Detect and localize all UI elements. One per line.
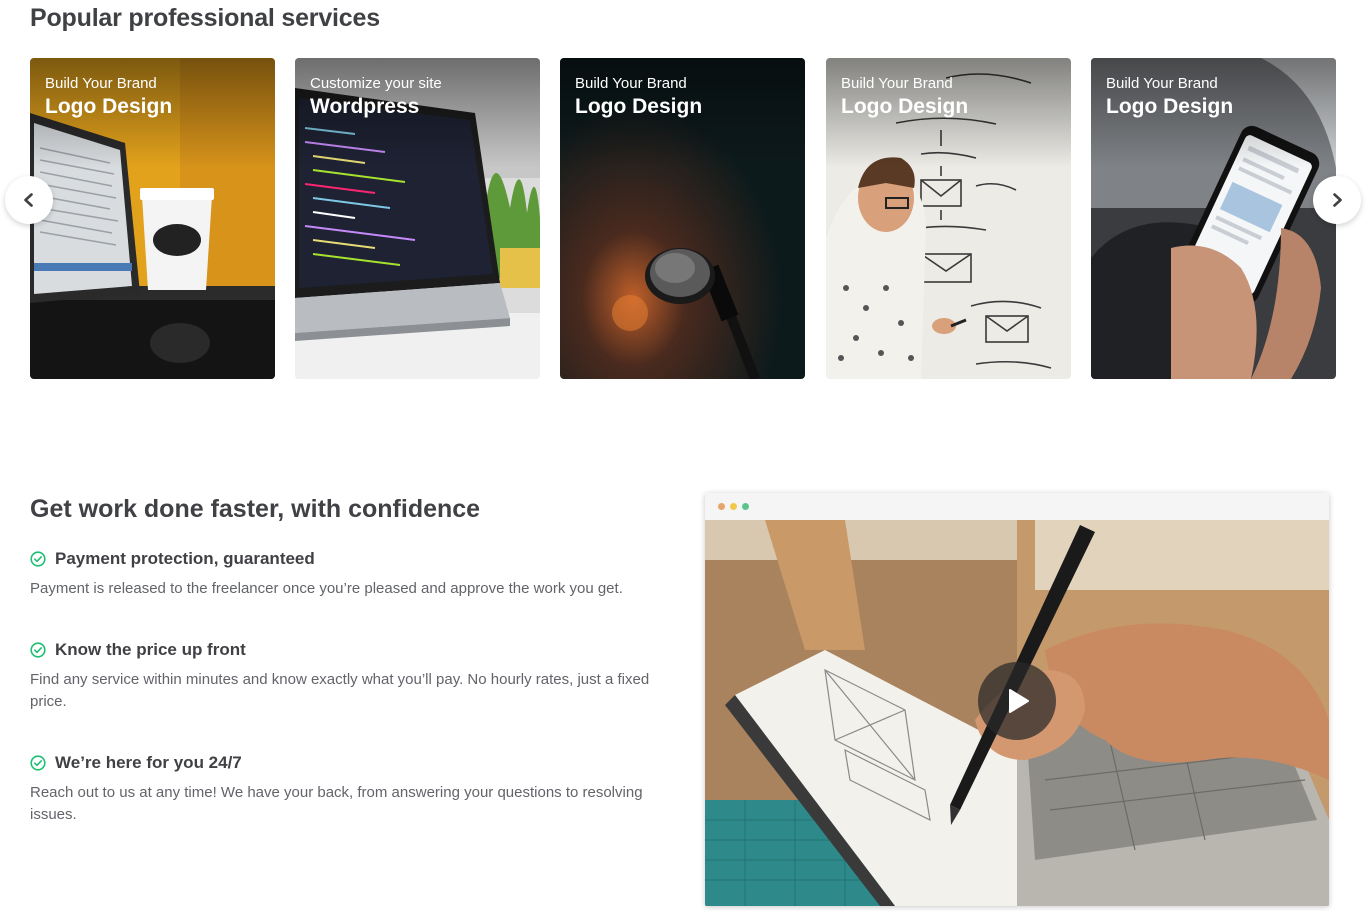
check-circle-icon — [30, 551, 46, 567]
chevron-right-icon — [1333, 193, 1342, 207]
card-subtitle: Customize your site — [310, 75, 442, 92]
feature-description: Payment is released to the freelancer on… — [30, 580, 623, 597]
video-thumbnail[interactable] — [705, 520, 1329, 906]
feature-description: Find any service within minutes and know… — [30, 671, 650, 710]
window-dot — [742, 503, 749, 510]
feature-description: Reach out to us at any time! We have you… — [30, 784, 643, 823]
card-title: Logo Design — [575, 95, 703, 118]
card-subtitle: Build Your Brand — [841, 75, 953, 92]
card-title: Wordpress — [310, 95, 420, 118]
services-carousel: Build Your Brand Logo Design Customize y… — [0, 58, 1366, 379]
window-dot — [730, 503, 737, 510]
check-circle-icon — [30, 642, 46, 658]
carousel-prev-button[interactable] — [5, 176, 53, 224]
play-button[interactable] — [978, 662, 1056, 740]
card-title: Logo Design — [841, 95, 969, 118]
service-card-logo-design-2[interactable]: Build Your Brand Logo Design — [560, 58, 805, 379]
why-section-title: Get work done faster, with confidence — [30, 495, 481, 523]
feature-title: We’re here for you 24/7 — [55, 753, 242, 772]
video-preview — [705, 493, 1329, 906]
feature-title: Know the price up front — [55, 640, 246, 659]
card-subtitle: Build Your Brand — [575, 75, 687, 92]
card-subtitle: Build Your Brand — [45, 75, 157, 92]
card-title: Logo Design — [1106, 95, 1234, 118]
play-icon — [1009, 689, 1029, 713]
window-dot — [718, 503, 725, 510]
service-card-wordpress[interactable]: Customize your site Wordpress — [295, 58, 540, 379]
service-card-logo-design-3[interactable]: Build Your Brand Logo Design — [826, 58, 1071, 379]
feature-price-up-front: Know the price up front Find any service… — [30, 640, 670, 713]
popular-services-title: Popular professional services — [30, 4, 380, 32]
service-card-logo-design-4[interactable]: Build Your Brand Logo Design — [1091, 58, 1336, 379]
check-circle-icon — [30, 755, 46, 771]
browser-window-bar — [705, 493, 1329, 520]
chevron-left-icon — [24, 193, 33, 207]
feature-title: Payment protection, guaranteed — [55, 549, 315, 568]
carousel-next-button[interactable] — [1313, 176, 1361, 224]
feature-payment-protection: Payment protection, guaranteed Payment i… — [30, 549, 670, 600]
feature-support-24-7: We’re here for you 24/7 Reach out to us … — [30, 753, 670, 826]
service-card-logo-design-1[interactable]: Build Your Brand Logo Design — [30, 58, 275, 379]
card-subtitle: Build Your Brand — [1106, 75, 1218, 92]
card-title: Logo Design — [45, 95, 173, 118]
